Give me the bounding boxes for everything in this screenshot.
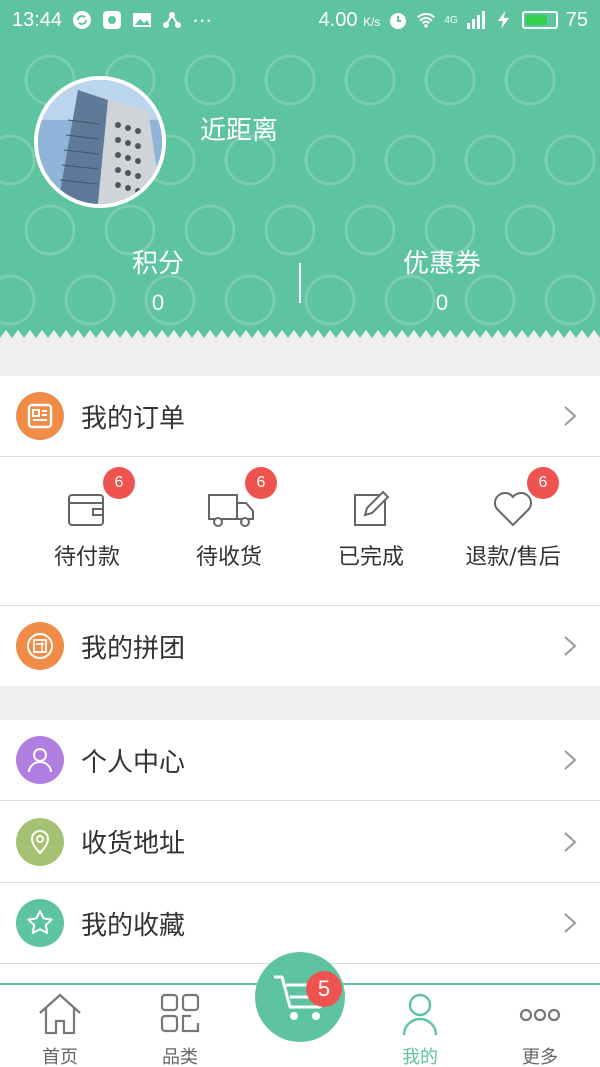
- location-pin-icon: [16, 817, 64, 866]
- group-buy-icon: [16, 622, 64, 670]
- grid-icon: [160, 993, 200, 1033]
- bottom-navigation: 首页 品类 5 我的 更多: [0, 952, 600, 1067]
- charging-icon: [497, 11, 509, 29]
- order-badge: 6: [527, 467, 559, 499]
- avatar[interactable]: [34, 76, 166, 208]
- battery-icon: [521, 11, 558, 29]
- sync-icon: [73, 11, 92, 29]
- signal-icon: [466, 11, 485, 29]
- points-stat[interactable]: 积分 0: [8, 243, 308, 316]
- nav-label: 更多: [522, 1047, 558, 1067]
- order-pending-receipt[interactable]: 6 待收货: [154, 467, 304, 571]
- nav-label: 我的: [402, 1047, 438, 1067]
- coupons-label: 优惠券: [402, 249, 481, 279]
- order-status-label: 退款/售后: [465, 545, 561, 570]
- order-status-panel: 6 待付款 6 待收货 已完成 6 退款/售后: [0, 457, 600, 605]
- network-type: 4G: [444, 14, 458, 26]
- share-icon: [163, 12, 182, 28]
- more-icon: [519, 1008, 561, 1022]
- order-status-label: 已完成: [337, 545, 404, 570]
- home-icon: [39, 993, 81, 1035]
- edit-note-icon: [354, 490, 390, 526]
- nav-label: 品类: [162, 1047, 198, 1067]
- order-completed[interactable]: 已完成: [296, 489, 446, 571]
- nav-label: 首页: [42, 1047, 78, 1067]
- cart-badge: 5: [306, 971, 342, 1007]
- points-value: 0: [151, 290, 165, 315]
- network-speed: 4.00 K/s: [318, 8, 381, 31]
- image-icon: [133, 13, 152, 27]
- coupons-value: 0: [435, 290, 449, 315]
- app-notification-icon: [103, 11, 122, 29]
- alarm-icon: [390, 13, 407, 29]
- avatar-image: [38, 80, 162, 204]
- order-status-label: 待收货: [195, 545, 262, 570]
- nav-mine[interactable]: 我的: [360, 991, 480, 1067]
- coupons-stat[interactable]: 优惠券 0: [292, 243, 592, 316]
- order-pending-payment[interactable]: 6 待付款: [12, 467, 162, 571]
- personal-center-label: 个人中心: [81, 747, 186, 778]
- favorites-row[interactable]: 我的收藏: [0, 883, 600, 963]
- chevron-right-icon: [564, 831, 577, 852]
- wifi-icon: [417, 13, 436, 28]
- address-label: 收货地址: [81, 829, 186, 859]
- favorites-label: 我的收藏: [81, 910, 186, 941]
- person-icon: [16, 736, 64, 784]
- points-label: 积分: [131, 249, 184, 279]
- group-buy-row[interactable]: 我的拼团: [0, 606, 600, 686]
- nav-home[interactable]: 首页: [0, 991, 120, 1067]
- status-time: 13:44: [12, 8, 63, 31]
- user-nickname: 近距离: [200, 116, 279, 146]
- zigzag-edge: [0, 330, 600, 345]
- chevron-right-icon: [564, 406, 577, 426]
- star-icon: [16, 899, 64, 947]
- more-notifications-icon: ⋯: [192, 9, 213, 32]
- nav-category[interactable]: 品类: [120, 991, 240, 1067]
- order-status-label: 待付款: [53, 545, 120, 570]
- orders-icon: [16, 392, 64, 440]
- my-orders-row[interactable]: 我的订单: [0, 376, 600, 456]
- order-badge: 6: [103, 467, 135, 499]
- nav-more[interactable]: 更多: [480, 991, 600, 1067]
- status-bar: 13:44 ⋯ 4.00 K/s 4G 75: [0, 0, 600, 40]
- my-orders-label: 我的订单: [81, 403, 186, 434]
- wallet-icon: [68, 494, 104, 526]
- truck-icon: [208, 494, 254, 527]
- user-icon: [402, 993, 438, 1036]
- chevron-right-icon: [564, 913, 577, 933]
- heart-icon: [494, 492, 532, 527]
- order-refund[interactable]: 6 退款/售后: [438, 467, 588, 571]
- group-buy-label: 我的拼团: [81, 633, 186, 664]
- order-badge: 6: [245, 467, 277, 499]
- personal-center-row[interactable]: 个人中心: [0, 720, 600, 800]
- profile-header: 13:44 ⋯ 4.00 K/s 4G 75 近距离 积分 0 优惠券 0: [0, 0, 600, 345]
- chevron-right-icon: [564, 636, 577, 656]
- address-row[interactable]: 收货地址: [0, 801, 600, 882]
- battery-percent: 75: [565, 8, 588, 31]
- chevron-right-icon: [564, 750, 577, 770]
